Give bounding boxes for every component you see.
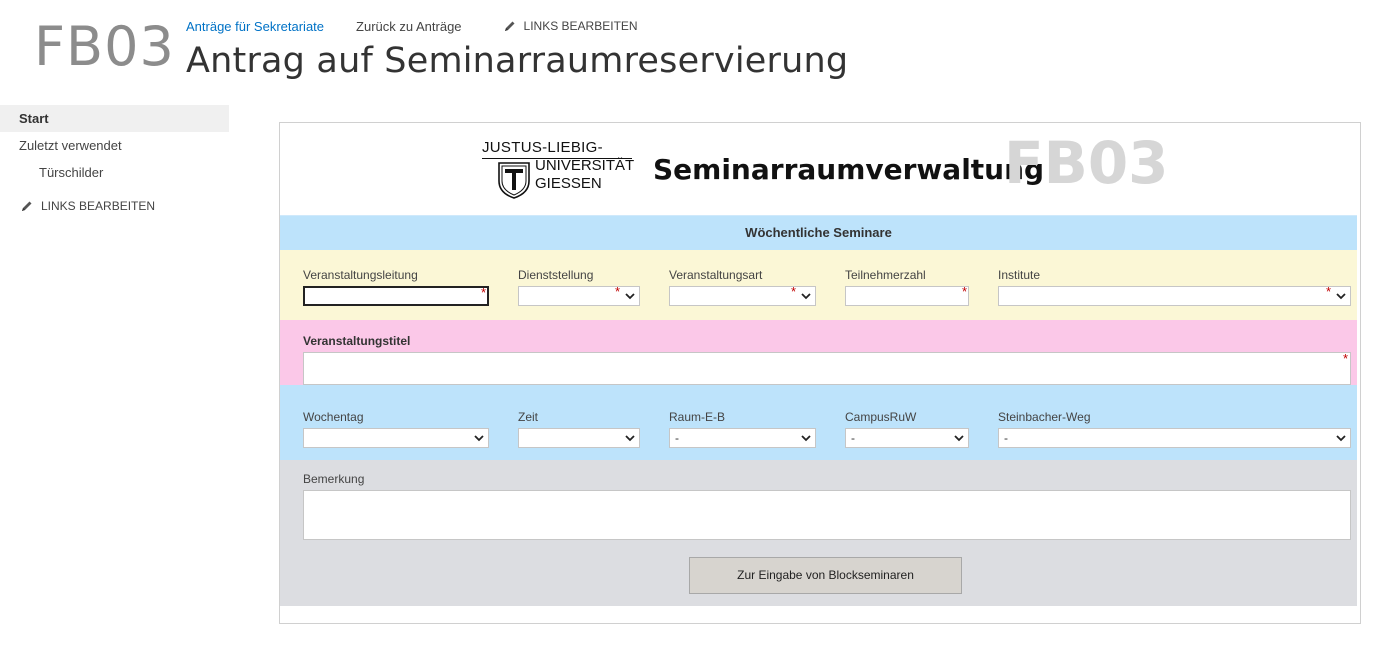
ql-item-tuerschilder[interactable]: Türschilder (0, 159, 229, 186)
label-veranstaltungstitel: Veranstaltungstitel (303, 334, 411, 348)
page-title: Antrag auf Seminarraumreservierung (186, 41, 849, 81)
required-marker: * (614, 284, 620, 299)
field-institute: Institute * (998, 268, 1351, 306)
fb03-watermark: FB03 (1004, 129, 1169, 197)
field-campusruw: CampusRuW - (845, 410, 969, 448)
label-zeit: Zeit (518, 410, 539, 424)
required-marker: * (961, 284, 967, 299)
seminar-form: JUSTUS-LIEBIG- UNIVERSITÄT GIESSEN Semin… (279, 122, 1361, 624)
university-logo: JUSTUS-LIEBIG- UNIVERSITÄT GIESSEN (482, 139, 637, 199)
ql-edit-links-label: LINKS BEARBEITEN (41, 199, 156, 213)
row-veranstaltungstitel: Veranstaltungstitel * (280, 320, 1357, 385)
label-steinbacher-weg: Steinbacher-Weg (998, 410, 1091, 424)
value-raum-e-b: - (675, 431, 679, 445)
textarea-bemerkung[interactable] (303, 490, 1351, 540)
value-campusruw: - (851, 431, 855, 445)
chevron-down-icon (1336, 435, 1346, 442)
blockseminar-button[interactable]: Zur Eingabe von Blockseminaren (689, 557, 962, 594)
input-veranstaltungstitel[interactable]: * (303, 351, 1351, 385)
label-veranstaltungsleitung: Veranstaltungsleitung (303, 268, 418, 282)
label-campusruw: CampusRuW (845, 410, 917, 424)
row-bemerkung: Bemerkung Zur Eingabe von Blockseminaren (280, 460, 1357, 606)
pencil-icon (504, 21, 515, 31)
row-zeitplan: Wochentag Zeit Raum-E-B - CampusRuW - St… (280, 385, 1357, 460)
field-zeit: Zeit (518, 410, 640, 448)
ql-item-zuletzt-verwendet[interactable]: Zuletzt verwendet (0, 132, 229, 159)
university-seal-icon (498, 162, 530, 199)
input-teilnehmerzahl[interactable]: * (845, 284, 969, 306)
field-wochentag: Wochentag (303, 410, 489, 448)
label-teilnehmerzahl: Teilnehmerzahl (845, 268, 926, 282)
university-logo-line3: GIESSEN (535, 175, 602, 192)
label-veranstaltungsart: Veranstaltungsart (669, 268, 763, 282)
chevron-down-icon (801, 435, 811, 442)
field-teilnehmerzahl: Teilnehmerzahl * (845, 268, 969, 306)
top-navigation: Anträge für Sekretariate Zurück zu Anträ… (186, 17, 638, 35)
field-raum-e-b: Raum-E-B - (669, 410, 816, 448)
field-dienststellung: Dienststellung * (518, 268, 640, 306)
ql-edit-links-button[interactable]: LINKS BEARBEITEN (0, 199, 229, 213)
required-marker: * (1342, 351, 1348, 366)
required-marker: * (480, 285, 486, 300)
form-header: JUSTUS-LIEBIG- UNIVERSITÄT GIESSEN Semin… (280, 123, 1360, 215)
chevron-down-icon (801, 293, 811, 300)
chevron-down-icon (954, 435, 964, 442)
app-title: Seminarraumverwaltung (653, 153, 1045, 186)
required-marker: * (790, 284, 796, 299)
chevron-down-icon (1336, 293, 1346, 300)
nav-link-zurueck-antraege[interactable]: Zurück zu Anträge (356, 19, 462, 34)
university-logo-line1: JUSTUS-LIEBIG- (482, 139, 603, 156)
chevron-down-icon (625, 435, 635, 442)
nav-link-antraege-sekretariate[interactable]: Anträge für Sekretariate (186, 19, 324, 34)
label-bemerkung: Bemerkung (303, 472, 365, 486)
select-steinbacher-weg[interactable]: - (998, 428, 1351, 448)
top-edit-links-label: LINKS BEARBEITEN (523, 19, 638, 33)
label-institute: Institute (998, 268, 1041, 282)
select-dienststellung[interactable]: * (518, 284, 640, 306)
university-logo-line2: UNIVERSITÄT (535, 157, 635, 174)
top-edit-links-button[interactable]: LINKS BEARBEITEN (504, 19, 638, 33)
site-logo[interactable]: FB03 (34, 18, 175, 76)
ql-item-start[interactable]: Start (0, 105, 229, 132)
field-veranstaltungsart: Veranstaltungsart * (669, 268, 816, 306)
chevron-down-icon (474, 435, 484, 442)
quick-launch: Start Zuletzt verwendet Türschilder LINK… (0, 105, 229, 213)
value-steinbacher-weg: - (1004, 431, 1008, 445)
row-veranstaltung: Veranstaltungsleitung * Dienststellung *… (280, 250, 1357, 320)
select-raum-e-b[interactable]: - (669, 428, 816, 448)
field-steinbacher-weg: Steinbacher-Weg - (998, 410, 1351, 448)
input-veranstaltungsleitung[interactable]: * (303, 285, 489, 306)
chevron-down-icon (625, 293, 635, 300)
label-raum-e-b: Raum-E-B (669, 410, 726, 424)
field-bemerkung: Bemerkung (303, 472, 1351, 540)
required-marker: * (1325, 284, 1331, 299)
field-veranstaltungsleitung: Veranstaltungsleitung * (303, 268, 489, 306)
label-wochentag: Wochentag (303, 410, 364, 424)
select-zeit[interactable] (518, 428, 640, 448)
field-veranstaltungstitel: Veranstaltungstitel * (303, 334, 1351, 385)
label-dienststellung: Dienststellung (518, 268, 594, 282)
select-veranstaltungsart[interactable]: * (669, 284, 816, 306)
section-title: Wöchentliche Seminare (280, 215, 1357, 250)
select-campusruw[interactable]: - (845, 428, 969, 448)
pencil-icon (22, 201, 32, 211)
select-wochentag[interactable] (303, 428, 489, 448)
select-institute[interactable]: * (998, 284, 1351, 306)
